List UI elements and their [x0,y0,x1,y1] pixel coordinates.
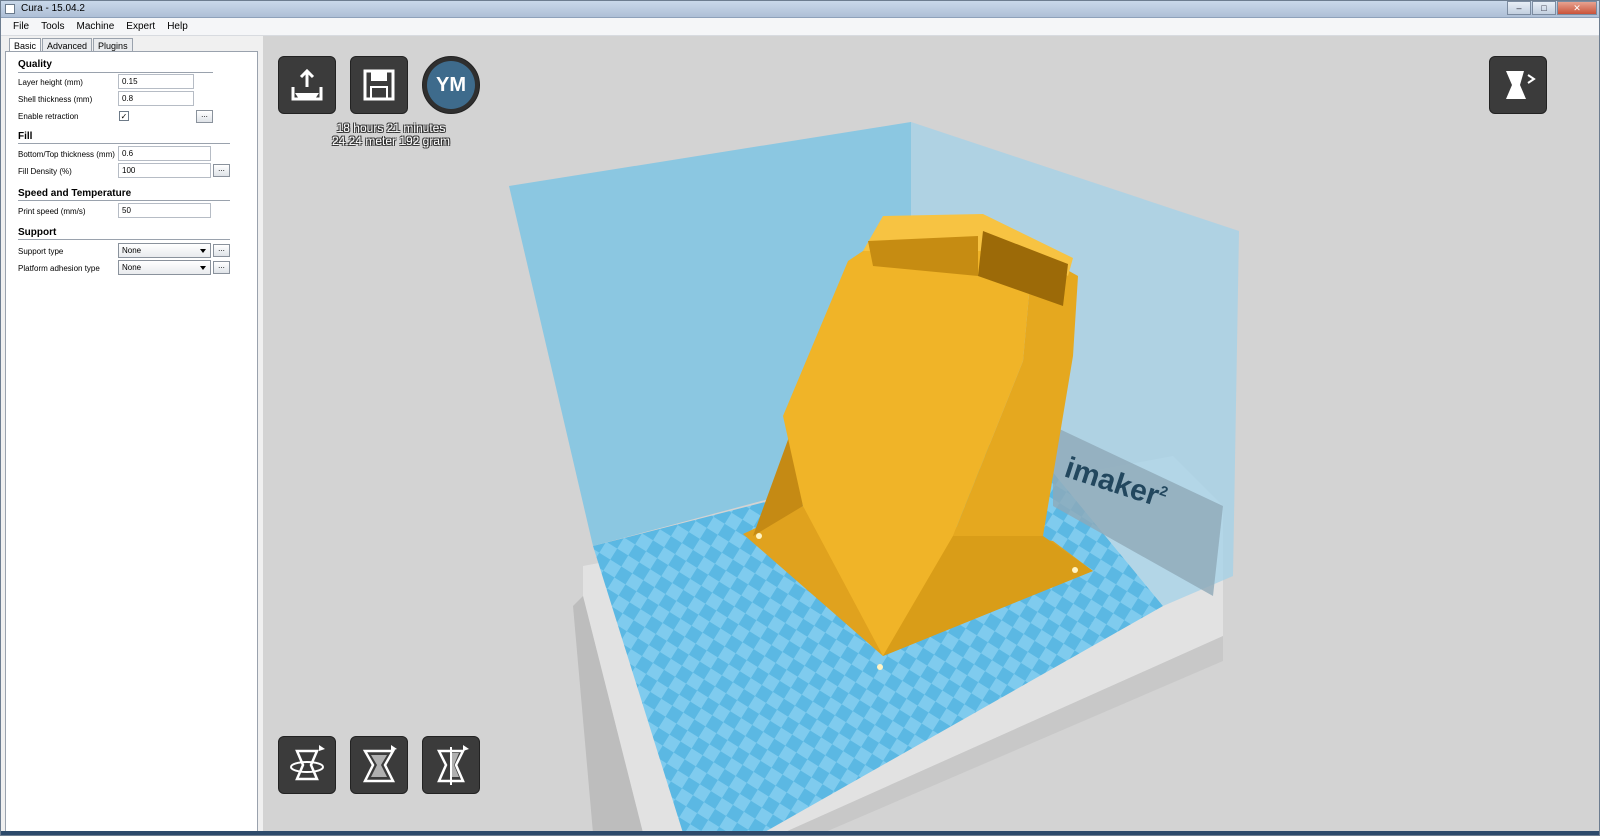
section-divider [18,143,230,144]
print-speed-field[interactable] [118,203,211,218]
menu-tools[interactable]: Tools [35,18,70,35]
window-controls: – □ ✕ [1506,1,1597,15]
retraction-options-button[interactable]: ... [196,110,213,123]
menu-bar: File Tools Machine Expert Help [1,18,1599,36]
app-icon [5,4,15,14]
platform-adhesion-label: Platform adhesion type [18,264,100,273]
window-title: Cura - 15.04.2 [21,3,85,14]
build-scene: imaker2 [509,122,1239,833]
view-mode-icon [1506,71,1536,99]
print-estimate: 18 hours 21 minutes 24.24 meter 192 gram [293,122,489,148]
fill-density-label: Fill Density (%) [18,167,72,176]
section-title-support: Support [18,227,57,238]
section-title-speed: Speed and Temperature [18,188,132,199]
tab-advanced[interactable]: Advanced [42,38,93,52]
shell-thickness-field[interactable] [118,91,194,106]
bottom-top-thickness-label: Bottom/Top thickness (mm) [18,150,115,159]
dropdown-arrow-icon [200,249,206,253]
menu-file[interactable]: File [7,18,35,35]
rotate-tool-button[interactable] [278,736,336,794]
section-title-fill: Fill [18,131,33,142]
menu-help[interactable]: Help [161,18,194,35]
load-model-button[interactable] [278,56,336,114]
bottom-top-thickness-field[interactable] [118,146,211,161]
maximize-button[interactable]: □ [1532,1,1556,15]
platform-adhesion-select[interactable]: None [118,260,211,275]
section-title-quality: Quality [18,59,52,70]
3d-viewport[interactable]: imaker2 YM 18 hours 21 minutes 24.24 met… [263,36,1599,833]
section-divider [18,72,213,73]
title-bar: Cura - 15.04.2 – □ ✕ [1,1,1599,18]
tab-plugins[interactable]: Plugins [93,38,133,52]
save-gcode-button[interactable] [350,56,408,114]
cura-window: Cura - 15.04.2 – □ ✕ File Tools Machine … [0,0,1600,836]
section-divider [18,200,230,201]
minimize-button[interactable]: – [1507,1,1531,15]
support-type-value: None [122,246,142,255]
dropdown-arrow-icon [200,266,206,270]
youmagine-button[interactable]: YM [422,56,480,114]
support-options-button[interactable]: ... [213,244,230,257]
enable-retraction-checkbox[interactable]: ✓ [119,111,129,121]
rotate-icon [290,745,325,781]
support-type-label: Support type [18,247,64,256]
adhesion-options-button[interactable]: ... [213,261,230,274]
fill-density-field[interactable] [118,163,211,178]
model-mount-hole [756,533,762,539]
layer-height-label: Layer height (mm) [18,78,83,87]
support-type-select[interactable]: None [118,243,211,258]
close-button[interactable]: ✕ [1557,1,1597,15]
view-mode-button[interactable] [1489,56,1547,114]
load-model-icon [291,68,323,101]
save-icon [363,69,395,101]
layer-height-field[interactable] [118,74,194,89]
print-material: 24.24 meter 192 gram [331,134,451,148]
settings-sidebar: Basic Advanced Plugins Quality Layer hei… [5,36,258,833]
shell-thickness-label: Shell thickness (mm) [18,95,93,104]
scale-icon [362,745,397,783]
scale-tool-button[interactable] [350,736,408,794]
settings-panel: Quality Layer height (mm) Shell thicknes… [5,51,258,833]
mirror-icon [436,745,469,785]
mirror-tool-button[interactable] [422,736,480,794]
print-speed-label: Print speed (mm/s) [18,207,86,216]
youmagine-icon: YM [427,61,475,109]
section-divider [18,239,230,240]
model-mount-hole [877,664,883,670]
menu-machine[interactable]: Machine [70,18,120,35]
fill-options-button[interactable]: ... [213,164,230,177]
enable-retraction-label: Enable retraction [18,112,79,121]
menu-expert[interactable]: Expert [120,18,161,35]
platform-adhesion-value: None [122,263,142,272]
window-bottom-edge [1,831,1599,835]
model-mount-hole [1072,567,1078,573]
